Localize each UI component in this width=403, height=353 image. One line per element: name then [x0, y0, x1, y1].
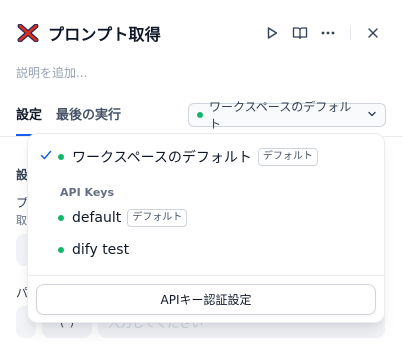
run-play-icon[interactable]	[258, 20, 286, 46]
dropdown-group-label: API Keys	[60, 186, 115, 199]
dropdown-item-dify-test-key[interactable]: dify test	[36, 236, 376, 264]
status-dot-icon	[58, 247, 64, 253]
tab-last-run[interactable]: 最後の実行	[56, 104, 121, 136]
more-dots-icon[interactable]	[314, 20, 342, 46]
dropdown-divider	[28, 275, 384, 276]
status-dot-icon	[58, 154, 64, 160]
status-dot-icon	[197, 112, 203, 118]
dropdown-item-label: default	[72, 210, 122, 226]
header-actions	[258, 20, 387, 46]
dropdown-item-label: dify test	[72, 242, 130, 258]
tab-settings[interactable]: 設定	[16, 104, 43, 136]
description-input[interactable]: 説明を追加...	[16, 64, 87, 81]
panel-title: プロンプト取得	[48, 25, 161, 44]
node-panel: プロンプト取得 説明を追加... 設定 最後の実行 ワークスペースのデフォルト	[0, 0, 403, 353]
default-badge: デフォルト	[127, 209, 188, 227]
chevron-down-icon	[367, 108, 377, 122]
dropdown-item-label: ワークスペースのデフォルト	[72, 150, 252, 166]
close-icon[interactable]	[359, 20, 387, 46]
dropdown-item-default-key[interactable]: default デフォルト	[36, 204, 376, 232]
api-key-auth-settings-button[interactable]: APIキー認証設定	[36, 284, 376, 315]
node-cross-icon	[16, 21, 40, 45]
check-icon	[40, 149, 52, 165]
dropdown-item-workspace-default[interactable]: ワークスペースのデフォルト デフォルト	[36, 143, 376, 171]
credential-dropdown: ワークスペースのデフォルト デフォルト API Keys default デフォ…	[27, 133, 385, 323]
book-open-icon[interactable]	[286, 20, 314, 46]
workspace-credential-select[interactable]: ワークスペースのデフォルト	[188, 100, 386, 131]
header-divider	[350, 26, 351, 40]
workspace-select-value: ワークスペースのデフォルト	[209, 100, 352, 131]
status-dot-icon	[58, 215, 64, 221]
default-badge: デフォルト	[257, 148, 318, 166]
panel-tabs: 設定 最後の実行	[16, 104, 121, 136]
panel-header: プロンプト取得	[16, 20, 387, 46]
